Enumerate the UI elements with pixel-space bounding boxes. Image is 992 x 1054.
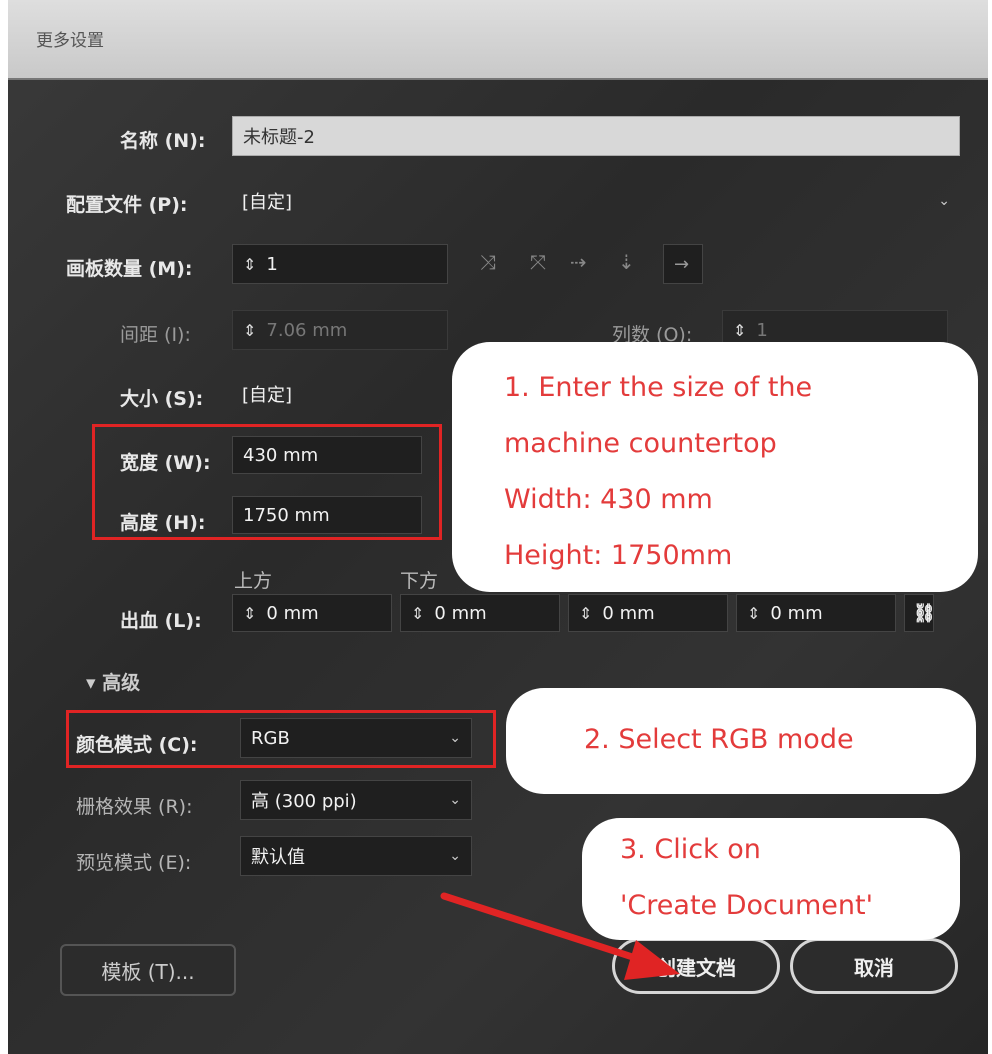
red-arrow-icon xyxy=(440,892,680,980)
